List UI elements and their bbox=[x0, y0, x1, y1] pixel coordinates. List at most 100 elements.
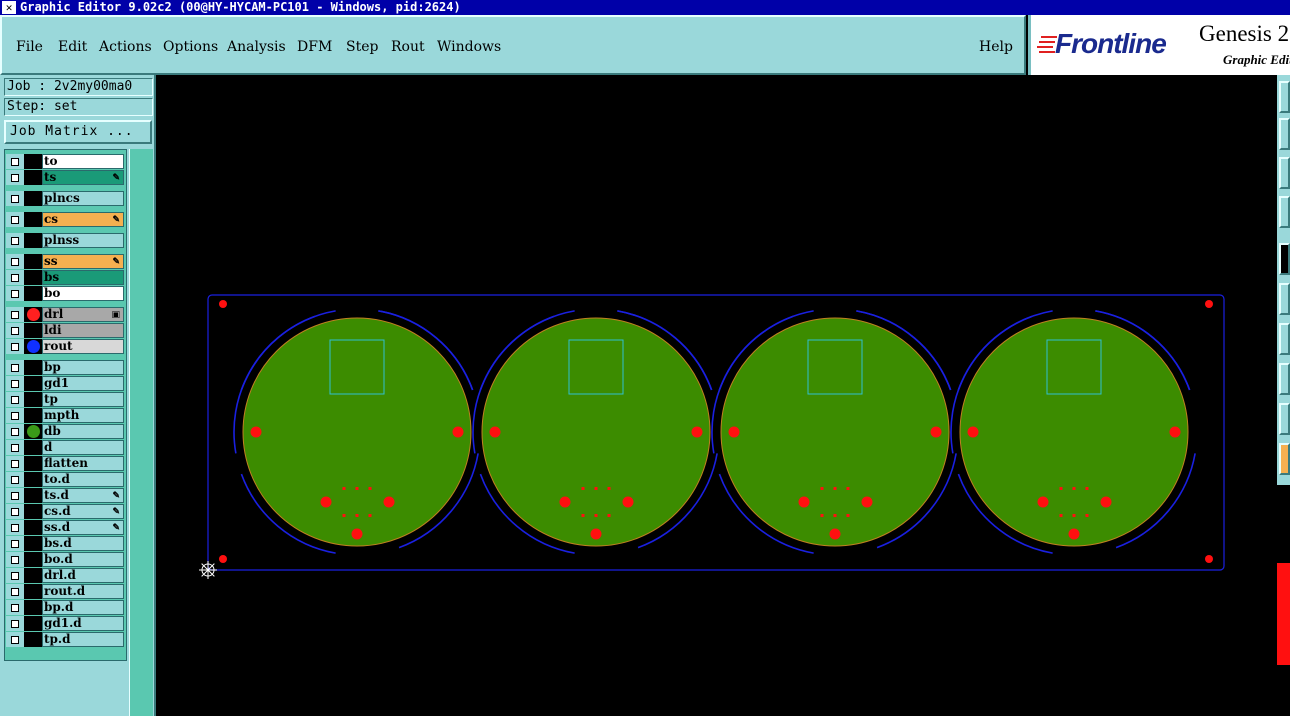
layer-row-bo[interactable]: bo bbox=[6, 286, 124, 301]
right-tool-button-2[interactable] bbox=[1279, 118, 1290, 150]
layer-name[interactable]: ss.d ✎ bbox=[42, 520, 124, 535]
layer-name[interactable]: ts.d ✎ bbox=[42, 488, 124, 503]
right-tool-button-8[interactable] bbox=[1279, 363, 1290, 395]
layer-name[interactable]: d bbox=[42, 440, 124, 455]
layer-checkbox[interactable] bbox=[6, 488, 24, 503]
layer-name[interactable]: ss ✎ bbox=[42, 254, 124, 269]
layer-checkbox[interactable] bbox=[6, 191, 24, 206]
layer-color-swatch[interactable] bbox=[24, 456, 42, 471]
layer-row-mpth[interactable]: mpth bbox=[6, 408, 124, 423]
layer-row-db[interactable]: db bbox=[6, 424, 124, 439]
layer-checkbox[interactable] bbox=[6, 616, 24, 631]
layer-name[interactable]: bp bbox=[42, 360, 124, 375]
layer-color-swatch[interactable] bbox=[24, 254, 42, 269]
layer-list-scrollbar[interactable] bbox=[129, 149, 153, 716]
right-tool-button-9[interactable] bbox=[1279, 403, 1290, 435]
layer-color-swatch[interactable] bbox=[24, 568, 42, 583]
layer-name[interactable]: cs.d ✎ bbox=[42, 504, 124, 519]
layer-color-swatch[interactable] bbox=[24, 472, 42, 487]
layer-name[interactable]: bo.d bbox=[42, 552, 124, 567]
layer-color-swatch[interactable] bbox=[24, 616, 42, 631]
right-tool-button-5[interactable] bbox=[1279, 243, 1290, 275]
layer-name[interactable]: drl.d bbox=[42, 568, 124, 583]
layer-row-cs[interactable]: cs ✎ bbox=[6, 212, 124, 227]
layer-color-swatch[interactable] bbox=[24, 307, 42, 322]
layer-row-rout[interactable]: rout bbox=[6, 339, 124, 354]
layer-color-swatch[interactable] bbox=[24, 504, 42, 519]
menu-analysis[interactable]: Analysis bbox=[227, 39, 286, 55]
layer-name[interactable]: drl ▣ bbox=[42, 307, 124, 322]
layer-color-swatch[interactable] bbox=[24, 552, 42, 567]
layer-row-tp-d[interactable]: tp.d bbox=[6, 632, 124, 647]
layer-checkbox[interactable] bbox=[6, 376, 24, 391]
layer-checkbox[interactable] bbox=[6, 254, 24, 269]
layer-checkbox[interactable] bbox=[6, 392, 24, 407]
layer-color-swatch[interactable] bbox=[24, 154, 42, 169]
layer-color-swatch[interactable] bbox=[24, 520, 42, 535]
layer-checkbox[interactable] bbox=[6, 568, 24, 583]
layer-row-bo-d[interactable]: bo.d bbox=[6, 552, 124, 567]
layer-checkbox[interactable] bbox=[6, 536, 24, 551]
layer-name[interactable]: mpth bbox=[42, 408, 124, 423]
layer-row-drl[interactable]: drl ▣ bbox=[6, 307, 124, 322]
layer-color-swatch[interactable] bbox=[24, 424, 42, 439]
layer-color-swatch[interactable] bbox=[24, 600, 42, 615]
graphic-canvas[interactable] bbox=[157, 75, 1277, 716]
layer-checkbox[interactable] bbox=[6, 584, 24, 599]
layer-checkbox[interactable] bbox=[6, 270, 24, 285]
layer-checkbox[interactable] bbox=[6, 170, 24, 185]
layer-checkbox[interactable] bbox=[6, 323, 24, 338]
layer-row-rout-d[interactable]: rout.d bbox=[6, 584, 124, 599]
layer-color-swatch[interactable] bbox=[24, 170, 42, 185]
layer-checkbox[interactable] bbox=[6, 212, 24, 227]
layer-color-swatch[interactable] bbox=[24, 270, 42, 285]
layer-name[interactable]: gd1.d bbox=[42, 616, 124, 631]
layer-name[interactable]: to bbox=[42, 154, 124, 169]
layer-color-swatch[interactable] bbox=[24, 360, 42, 375]
layer-color-swatch[interactable] bbox=[24, 191, 42, 206]
layer-checkbox[interactable] bbox=[6, 154, 24, 169]
layer-row-gd1[interactable]: gd1 bbox=[6, 376, 124, 391]
layer-row-ts[interactable]: ts ✎ bbox=[6, 170, 124, 185]
menu-windows[interactable]: Windows bbox=[437, 39, 501, 55]
layer-color-swatch[interactable] bbox=[24, 286, 42, 301]
menu-actions[interactable]: Actions bbox=[99, 39, 152, 55]
layer-checkbox[interactable] bbox=[6, 360, 24, 375]
layer-row-to[interactable]: to bbox=[6, 154, 124, 169]
menu-help[interactable]: Help bbox=[979, 39, 1013, 55]
layer-color-swatch[interactable] bbox=[24, 440, 42, 455]
pcb-panel-view[interactable] bbox=[157, 75, 1277, 716]
layer-row-ldi[interactable]: ldi bbox=[6, 323, 124, 338]
layer-checkbox[interactable] bbox=[6, 472, 24, 487]
layer-name[interactable]: bs bbox=[42, 270, 124, 285]
layer-color-swatch[interactable] bbox=[24, 536, 42, 551]
layer-row-bp-d[interactable]: bp.d bbox=[6, 600, 124, 615]
layer-checkbox[interactable] bbox=[6, 233, 24, 248]
layer-color-swatch[interactable] bbox=[24, 584, 42, 599]
layer-checkbox[interactable] bbox=[6, 504, 24, 519]
layer-name[interactable]: ldi bbox=[42, 323, 124, 338]
right-tool-button-1[interactable] bbox=[1279, 81, 1290, 113]
layer-checkbox[interactable] bbox=[6, 286, 24, 301]
layer-checkbox[interactable] bbox=[6, 520, 24, 535]
layer-name[interactable]: plncs bbox=[42, 191, 124, 206]
layer-name[interactable]: ts ✎ bbox=[42, 170, 124, 185]
menu-file[interactable]: File bbox=[16, 39, 43, 55]
layer-checkbox[interactable] bbox=[6, 456, 24, 471]
layer-checkbox[interactable] bbox=[6, 408, 24, 423]
layer-name[interactable]: plnss bbox=[42, 233, 124, 248]
layer-row-ts-d[interactable]: ts.d ✎ bbox=[6, 488, 124, 503]
menu-rout[interactable]: Rout bbox=[391, 39, 425, 55]
layer-name[interactable]: rout bbox=[42, 339, 124, 354]
layer-row-bp[interactable]: bp bbox=[6, 360, 124, 375]
menu-edit[interactable]: Edit bbox=[58, 39, 87, 55]
menu-dfm[interactable]: DFM bbox=[297, 39, 332, 55]
right-tool-button-7[interactable] bbox=[1279, 323, 1290, 355]
layer-name[interactable]: bp.d bbox=[42, 600, 124, 615]
layer-row-to-d[interactable]: to.d bbox=[6, 472, 124, 487]
right-tool-button-4[interactable] bbox=[1279, 196, 1290, 228]
layer-row-cs-d[interactable]: cs.d ✎ bbox=[6, 504, 124, 519]
layer-name[interactable]: cs ✎ bbox=[42, 212, 124, 227]
layer-row-tp[interactable]: tp bbox=[6, 392, 124, 407]
right-tool-button-6[interactable] bbox=[1279, 283, 1290, 315]
